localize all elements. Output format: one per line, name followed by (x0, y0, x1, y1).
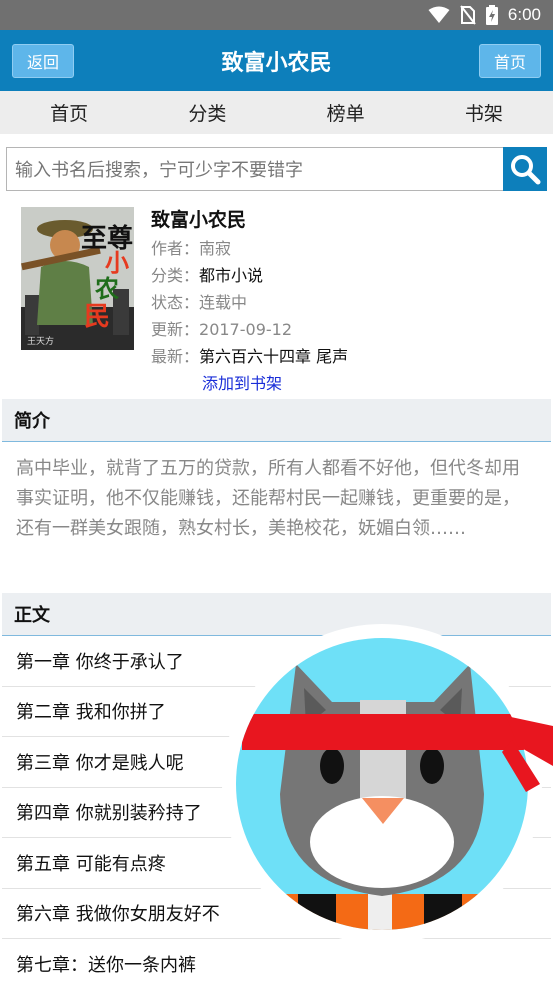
book-latest-row: 最新：第六百六十四章 尾声 (151, 347, 349, 366)
cover-title-2: 小 (105, 248, 129, 277)
no-sim-icon (460, 5, 476, 25)
status-bar: 6:00 (0, 0, 553, 30)
book-category[interactable]: 都市小说 (199, 266, 263, 285)
nav-item-home[interactable]: 首页 (0, 99, 138, 126)
book-updated-row: 更新：2017-09-12 (151, 320, 292, 339)
book-name: 致富小农民 (151, 209, 247, 231)
book-category-row: 分类：都市小说 (151, 266, 264, 285)
back-button[interactable]: 返回 (12, 43, 75, 78)
ninja-cat-icon (222, 624, 553, 944)
search-input[interactable]: 输入书名后搜索，宁可少字不要错字 (6, 147, 503, 191)
book-status-row: 状态：连载中 (151, 293, 248, 312)
cover-author: 王天方 (27, 335, 54, 347)
main-nav: 首页 分类 榜单 书架 (0, 91, 553, 134)
book-updated: 2017-09-12 (199, 320, 292, 339)
nav-item-bookshelf[interactable]: 书架 (415, 99, 553, 126)
book-cover[interactable]: 至尊 小 农 民 王天方 (21, 207, 134, 350)
search-icon (511, 155, 541, 185)
page-title: 致富小农民 (221, 50, 332, 76)
book-latest-chapter[interactable]: 第六百六十四章 尾声 (199, 347, 348, 366)
ninja-cat-mascot[interactable] (222, 614, 553, 983)
home-button[interactable]: 首页 (478, 43, 541, 78)
intro-text: 高中毕业，就背了五万的贷款，所有人都看不好他，但代冬却用事实证明，他不仅能赚钱，… (16, 458, 520, 539)
cover-title-4: 民 (84, 302, 110, 332)
search-button[interactable] (503, 147, 547, 191)
header-bar: 返回 致富小农民 首页 (0, 30, 553, 91)
battery-charging-icon (485, 5, 498, 25)
wifi-icon (428, 6, 450, 23)
nav-item-ranking[interactable]: 榜单 (277, 99, 415, 126)
nav-item-category[interactable]: 分类 (138, 99, 276, 126)
cover-title-3: 农 (94, 274, 119, 303)
cover-art: 至尊 小 农 民 王天方 (21, 207, 134, 350)
book-author: 南寂 (199, 239, 232, 258)
book-info: 至尊 小 农 民 王天方 致富小农民 作者：南寂 分类：都市小说 状态：连载中 … (0, 191, 553, 399)
book-author-row: 作者：南寂 (151, 239, 232, 258)
status-time: 6:00 (507, 5, 541, 24)
search-bar: 输入书名后搜索，宁可少字不要错字 (6, 147, 547, 191)
book-meta: 致富小农民 作者：南寂 分类：都市小说 状态：连载中 更新：2017-09-12… (151, 207, 348, 399)
book-status: 连载中 (199, 293, 248, 312)
add-to-shelf-link[interactable]: 添加到书架 (202, 374, 282, 393)
intro-heading: 简介 (2, 399, 551, 442)
